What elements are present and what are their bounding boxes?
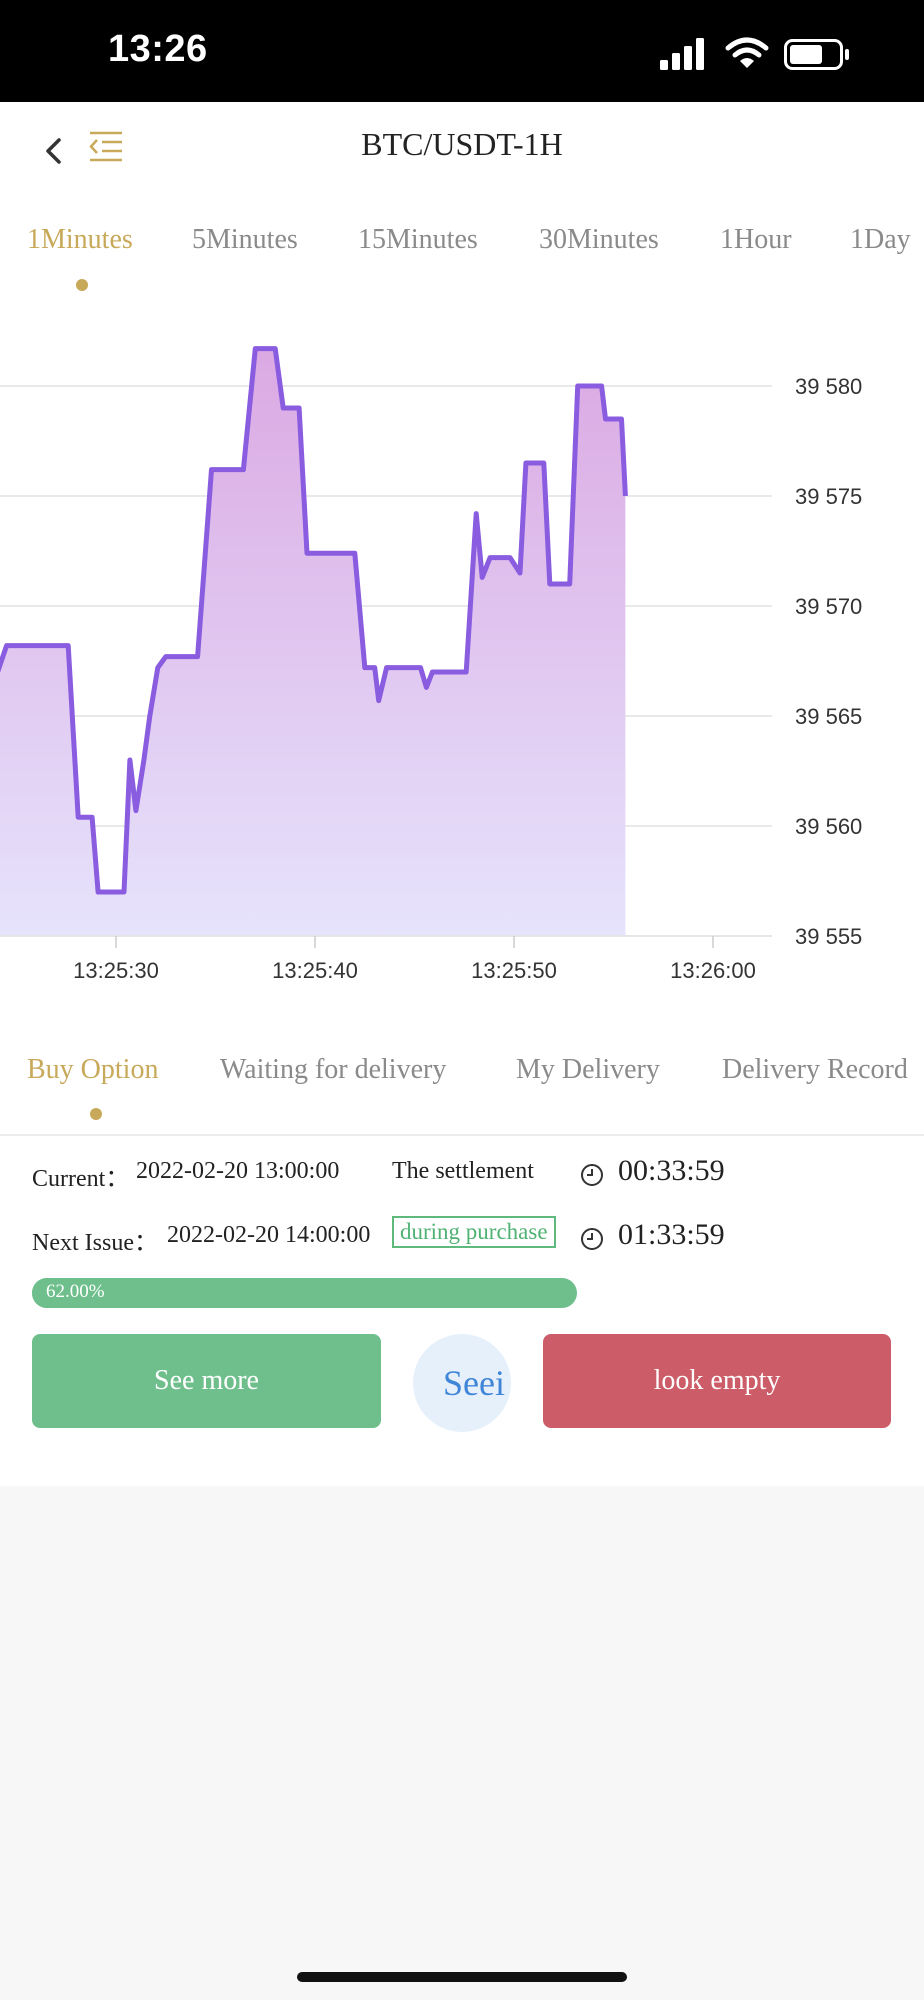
tab-15minutes[interactable]: 15Minutes bbox=[358, 224, 478, 256]
tab-delivery-record[interactable]: Delivery Record bbox=[722, 1054, 908, 1086]
tab-1minutes[interactable]: 1Minutes bbox=[27, 224, 133, 256]
y-tick-label: 39 575 bbox=[795, 484, 862, 509]
x-tick-label: 13:25:40 bbox=[272, 958, 358, 983]
current-label: Current： bbox=[32, 1166, 130, 1192]
status-time: 13:26 bbox=[108, 28, 208, 70]
divider bbox=[0, 1134, 924, 1136]
tab-buy-option[interactable]: Buy Option bbox=[27, 1054, 158, 1086]
tab-1day[interactable]: 1Day bbox=[850, 224, 911, 256]
tab-5minutes[interactable]: 5Minutes bbox=[192, 224, 298, 256]
status-icons bbox=[660, 37, 849, 70]
status-bar: 13:26 bbox=[0, 0, 924, 102]
wifi-icon bbox=[725, 37, 769, 68]
next-label: Next Issue： bbox=[32, 1230, 158, 1256]
tab-1hour[interactable]: 1Hour bbox=[720, 224, 792, 256]
current-countdown: 00:33:59 bbox=[618, 1154, 725, 1187]
battery-icon bbox=[784, 39, 849, 70]
next-datetime: 2022-02-20 14:00:00 bbox=[167, 1222, 371, 1248]
x-tick-label: 13:25:50 bbox=[471, 958, 557, 983]
home-indicator[interactable] bbox=[297, 1972, 627, 1982]
current-datetime: 2022-02-20 13:00:00 bbox=[136, 1158, 340, 1184]
current-status: The settlement bbox=[392, 1158, 534, 1184]
header: BTC/USDT-1H bbox=[0, 102, 924, 198]
progress-label: 62.00% bbox=[46, 1281, 105, 1302]
clock-icon bbox=[581, 1228, 603, 1250]
tab-waiting-for-delivery[interactable]: Waiting for delivery bbox=[220, 1054, 446, 1086]
x-tick-label: 13:25:30 bbox=[73, 958, 159, 983]
next-countdown: 01:33:59 bbox=[618, 1218, 725, 1251]
tab-30minutes[interactable]: 30Minutes bbox=[539, 224, 659, 256]
cellular-signal-icon bbox=[660, 38, 704, 70]
price-chart[interactable]: 39 580 39 575 39 570 39 565 39 560 39 555 13:2… bbox=[0, 302, 924, 1102]
clock-icon bbox=[581, 1164, 603, 1186]
y-tick-label: 39 580 bbox=[795, 374, 862, 399]
y-tick-label: 39 570 bbox=[795, 594, 862, 619]
see-more-button[interactable]: See more bbox=[32, 1334, 381, 1428]
look-empty-button[interactable]: look empty bbox=[543, 1334, 891, 1428]
active-order-tab-indicator bbox=[90, 1108, 102, 1120]
current-issue-row: Current： 2022-02-20 13:00:00 The settlem… bbox=[0, 1154, 924, 1194]
status-badge: during purchase bbox=[392, 1216, 556, 1248]
y-tick-label: 39 565 bbox=[795, 704, 862, 729]
page-title: BTC/USDT-1H bbox=[361, 126, 563, 162]
seek-button[interactable]: Seei bbox=[413, 1334, 511, 1432]
x-tick-label: 13:26:00 bbox=[670, 958, 756, 983]
purchase-progress-bar: 62.00% bbox=[32, 1278, 577, 1308]
y-tick-label: 39 555 bbox=[795, 924, 862, 949]
next-issue-row: Next Issue： 2022-02-20 14:00:00 during p… bbox=[0, 1216, 924, 1260]
y-tick-label: 39 560 bbox=[795, 814, 862, 839]
tab-my-delivery[interactable]: My Delivery bbox=[516, 1054, 660, 1086]
active-tab-indicator bbox=[76, 279, 88, 291]
app-content: BTC/USDT-1H 1Minutes 5Minutes 15Minutes … bbox=[0, 102, 924, 1486]
